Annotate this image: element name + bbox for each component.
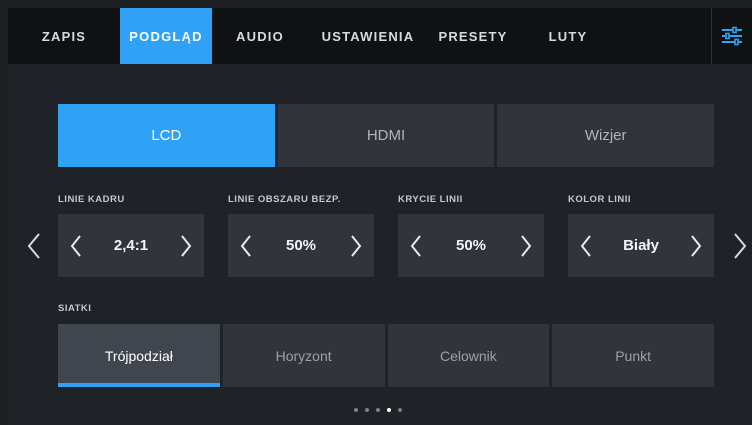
safe-area-stepper: 50% — [228, 214, 374, 277]
tab-audio[interactable]: AUDIO — [212, 8, 308, 64]
chevron-right-icon — [691, 234, 702, 257]
guide-color-increase[interactable] — [678, 214, 714, 277]
grid-horizon-button[interactable]: Horyzont — [222, 324, 385, 387]
page-dot-5[interactable] — [398, 408, 402, 412]
guide-color-value: Biały — [623, 237, 659, 254]
chevron-left-icon — [240, 234, 251, 257]
guide-color-label: KOLOR LINII — [568, 194, 632, 205]
page-dot-3[interactable] — [376, 408, 380, 412]
grids-label: SIATKI — [58, 303, 92, 314]
top-tab-bar: ZAPIS PODGLĄD AUDIO USTAWIENIA PRESETY L… — [8, 8, 752, 64]
output-lcd-button[interactable]: LCD — [58, 104, 275, 167]
safe-area-label: LINIE OBSZARU BEZP. — [228, 194, 341, 205]
grid-thirds-button[interactable]: Trójpodział — [58, 324, 220, 387]
chevron-right-icon — [181, 234, 192, 257]
tab-luty[interactable]: LUTY — [518, 8, 618, 64]
frame-guides-decrease[interactable] — [58, 214, 94, 277]
tab-presety[interactable]: PRESETY — [428, 8, 518, 64]
tab-podglad[interactable]: PODGLĄD — [120, 8, 212, 64]
guide-opacity-decrease[interactable] — [398, 214, 434, 277]
chevron-left-icon — [27, 233, 40, 259]
output-viewfinder-button[interactable]: Wizjer — [497, 104, 715, 167]
guide-opacity-increase[interactable] — [508, 214, 544, 277]
safe-area-increase[interactable] — [338, 214, 374, 277]
grids-selector: Trójpodział Horyzont Celownik Punkt — [58, 324, 714, 387]
guide-opacity-label: KRYCIE LINII — [398, 194, 463, 205]
chevron-right-icon — [521, 234, 532, 257]
frame-guides-increase[interactable] — [168, 214, 204, 277]
frame-guides-value: 2,4:1 — [113, 237, 149, 254]
page-indicator — [354, 408, 402, 412]
tab-zapis[interactable]: ZAPIS — [8, 8, 120, 64]
grid-dot-button[interactable]: Punkt — [552, 324, 714, 387]
chevron-left-icon — [580, 234, 591, 257]
guide-opacity-value: 50% — [455, 237, 487, 254]
screen: ZAPIS PODGLĄD AUDIO USTAWIENIA PRESETY L… — [0, 0, 752, 425]
output-selector: LCD HDMI Wizjer — [58, 104, 715, 167]
chevron-right-icon — [734, 233, 747, 259]
guide-color-stepper: Biały — [568, 214, 714, 277]
page-dot-4[interactable] — [387, 408, 391, 412]
output-hdmi-button[interactable]: HDMI — [277, 104, 495, 167]
chevron-right-icon — [351, 234, 362, 257]
sliders-icon — [722, 26, 742, 46]
guide-opacity-stepper: 50% — [398, 214, 544, 277]
chevron-left-icon — [410, 234, 421, 257]
frame-guides-label: LINIE KADRU — [58, 194, 125, 205]
safe-area-decrease[interactable] — [228, 214, 264, 277]
selected-indicator — [58, 383, 220, 387]
page-next-button[interactable] — [728, 226, 752, 266]
safe-area-value: 50% — [285, 237, 317, 254]
page-dot-2[interactable] — [365, 408, 369, 412]
chevron-left-icon — [70, 234, 81, 257]
tab-ustawienia[interactable]: USTAWIENIA — [308, 8, 428, 64]
sliders-menu-button[interactable] — [711, 8, 752, 64]
frame-guides-stepper: 2,4:1 — [58, 214, 204, 277]
grid-thirds-label: Trójpodział — [104, 347, 173, 364]
guide-color-decrease[interactable] — [568, 214, 604, 277]
page-dot-1[interactable] — [354, 408, 358, 412]
page-prev-button[interactable] — [22, 226, 46, 266]
grid-crosshair-button[interactable]: Celownik — [387, 324, 550, 387]
